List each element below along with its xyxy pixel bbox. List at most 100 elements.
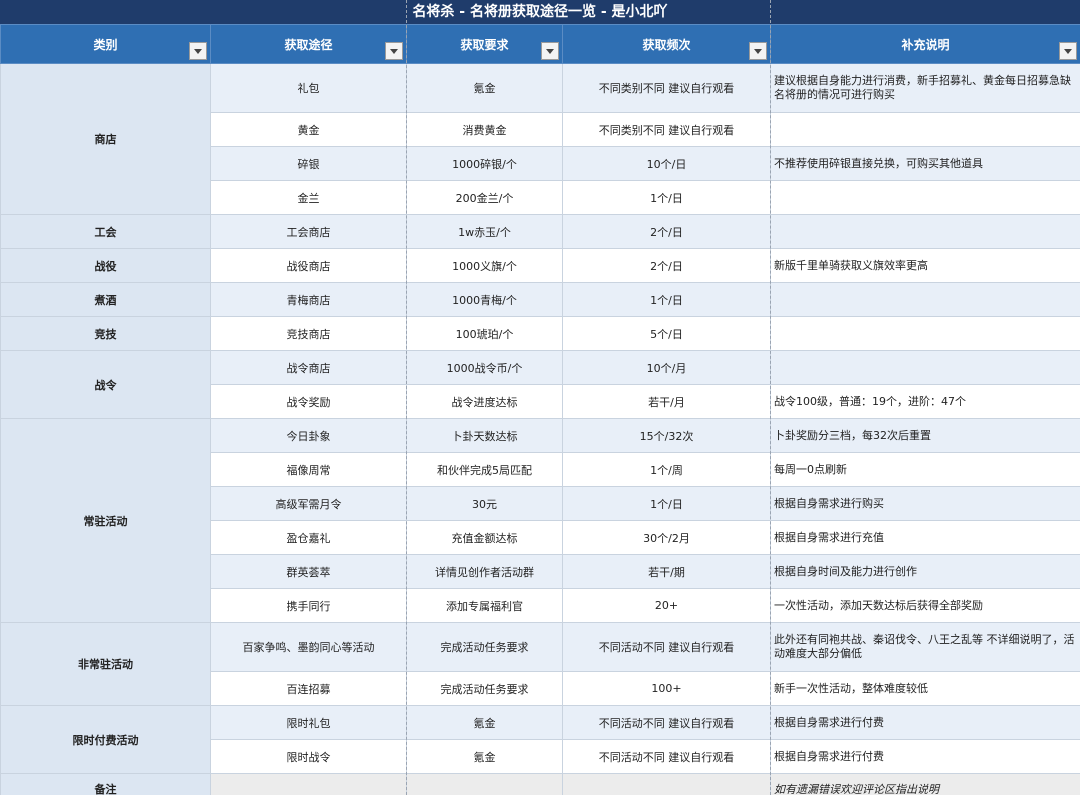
requirement-cell[interactable]: 完成活动任务要求 [406,622,563,672]
way-cell[interactable]: 礼包 [210,63,407,113]
note-cell[interactable] [770,316,1080,351]
category-cell[interactable]: 竞技 [0,316,211,351]
requirement-cell[interactable]: 1000战令币/个 [406,350,563,385]
way-cell[interactable]: 战令商店 [210,350,407,385]
way-cell[interactable]: 战役商店 [210,248,407,283]
empty-cell[interactable] [406,773,563,795]
requirement-cell[interactable]: 详情见创作者活动群 [406,554,563,589]
note-cell[interactable]: 新版千里单骑获取义旗效率更高 [770,248,1080,283]
frequency-cell[interactable]: 若干/月 [562,384,771,419]
note-cell[interactable]: 根据自身需求进行购买 [770,486,1080,521]
note-cell[interactable]: 新手一次性活动，整体难度较低 [770,671,1080,706]
note-cell[interactable]: 每周一0点刷新 [770,452,1080,487]
requirement-cell[interactable]: 100琥珀/个 [406,316,563,351]
frequency-cell[interactable]: 1个/日 [562,282,771,317]
frequency-cell[interactable]: 1个/日 [562,486,771,521]
way-cell[interactable]: 碎银 [210,146,407,181]
way-cell[interactable]: 黄金 [210,112,407,147]
way-cell[interactable]: 今日卦象 [210,418,407,453]
category-cell[interactable]: 工会 [0,214,211,249]
requirement-cell[interactable]: 充值金额达标 [406,520,563,555]
frequency-cell[interactable]: 100+ [562,671,771,706]
requirement-cell[interactable]: 30元 [406,486,563,521]
requirement-cell[interactable]: 200金兰/个 [406,180,563,215]
note-cell[interactable] [770,350,1080,385]
filter-dropdown-icon[interactable] [1059,42,1077,60]
requirement-cell[interactable]: 添加专属福利官 [406,588,563,623]
way-cell[interactable]: 工会商店 [210,214,407,249]
frequency-cell[interactable]: 不同活动不同 建议自行观看 [562,705,771,740]
way-cell[interactable]: 战令奖励 [210,384,407,419]
way-cell[interactable]: 金兰 [210,180,407,215]
way-cell[interactable]: 百连招募 [210,671,407,706]
remark-note-cell[interactable]: 如有遗漏错误欢迎评论区指出说明 [770,773,1080,795]
category-cell[interactable]: 煮酒 [0,282,211,317]
empty-cell[interactable] [562,773,771,795]
way-cell[interactable]: 限时礼包 [210,705,407,740]
frequency-cell[interactable]: 1个/日 [562,180,771,215]
frequency-cell[interactable]: 2个/日 [562,214,771,249]
frequency-cell[interactable]: 10个/日 [562,146,771,181]
note-cell[interactable]: 建议根据自身能力进行消费，新手招募礼、黄金每日招募急缺名将册的情况可进行购买 [770,63,1080,113]
frequency-cell[interactable]: 30个/2月 [562,520,771,555]
empty-cell[interactable] [210,773,407,795]
filter-dropdown-icon[interactable] [749,42,767,60]
frequency-cell[interactable]: 若干/期 [562,554,771,589]
way-cell[interactable]: 福像周常 [210,452,407,487]
frequency-cell[interactable]: 不同活动不同 建议自行观看 [562,622,771,672]
way-cell[interactable]: 百家争鸣、墨韵同心等活动 [210,622,407,672]
frequency-cell[interactable]: 不同类别不同 建议自行观看 [562,63,771,113]
requirement-cell[interactable]: 1w赤玉/个 [406,214,563,249]
frequency-cell[interactable]: 20+ [562,588,771,623]
requirement-cell[interactable]: 氪金 [406,705,563,740]
frequency-cell[interactable]: 5个/日 [562,316,771,351]
filter-dropdown-icon[interactable] [385,42,403,60]
requirement-cell[interactable]: 氪金 [406,63,563,113]
category-cell[interactable]: 非常驻活动 [0,622,211,706]
category-cell[interactable]: 限时付费活动 [0,705,211,774]
filter-dropdown-icon[interactable] [541,42,559,60]
note-cell[interactable]: 卜卦奖励分三档，每32次后重置 [770,418,1080,453]
requirement-cell[interactable]: 战令进度达标 [406,384,563,419]
way-cell[interactable]: 盈仓嘉礼 [210,520,407,555]
note-cell[interactable]: 根据自身需求进行充值 [770,520,1080,555]
frequency-cell[interactable]: 不同类别不同 建议自行观看 [562,112,771,147]
note-cell[interactable]: 根据自身需求进行付费 [770,705,1080,740]
note-cell[interactable]: 不推荐使用碎银直接兑换，可购买其他道具 [770,146,1080,181]
note-cell[interactable]: 此外还有同袍共战、秦诏伐令、八王之乱等 不详细说明了，活动难度大部分偏低 [770,622,1080,672]
note-cell[interactable] [770,180,1080,215]
note-cell[interactable]: 战令100级，普通：19个，进阶：47个 [770,384,1080,419]
way-cell[interactable]: 竞技商店 [210,316,407,351]
note-cell[interactable]: 一次性活动，添加天数达标后获得全部奖励 [770,588,1080,623]
remark-category-cell[interactable]: 备注 [0,773,211,795]
way-cell[interactable]: 携手同行 [210,588,407,623]
requirement-cell[interactable]: 氪金 [406,739,563,774]
way-cell[interactable]: 限时战令 [210,739,407,774]
requirement-cell[interactable]: 1000青梅/个 [406,282,563,317]
requirement-cell[interactable]: 和伙伴完成5局匹配 [406,452,563,487]
way-cell[interactable]: 群英荟萃 [210,554,407,589]
requirement-cell[interactable]: 卜卦天数达标 [406,418,563,453]
frequency-cell[interactable]: 不同活动不同 建议自行观看 [562,739,771,774]
note-cell[interactable] [770,112,1080,147]
note-cell[interactable]: 根据自身时间及能力进行创作 [770,554,1080,589]
category-cell[interactable]: 商店 [0,63,211,215]
requirement-cell[interactable]: 消费黄金 [406,112,563,147]
way-cell[interactable]: 高级军需月令 [210,486,407,521]
category-cell[interactable]: 战役 [0,248,211,283]
way-cell[interactable]: 青梅商店 [210,282,407,317]
frequency-cell[interactable]: 2个/日 [562,248,771,283]
category-cell[interactable]: 战令 [0,350,211,419]
note-cell[interactable] [770,214,1080,249]
requirement-cell[interactable]: 1000碎银/个 [406,146,563,181]
frequency-cell[interactable]: 15个/32次 [562,418,771,453]
note-cell[interactable]: 根据自身需求进行付费 [770,739,1080,774]
requirement-cell[interactable]: 1000义旗/个 [406,248,563,283]
frequency-cell[interactable]: 10个/月 [562,350,771,385]
frequency-cell[interactable]: 1个/周 [562,452,771,487]
requirement-cell[interactable]: 完成活动任务要求 [406,671,563,706]
note-cell[interactable] [770,282,1080,317]
category-cell[interactable]: 常驻活动 [0,418,211,623]
filter-dropdown-icon[interactable] [189,42,207,60]
table-row: 竞技 竞技商店 100琥珀/个 5个/日 [0,316,1080,351]
